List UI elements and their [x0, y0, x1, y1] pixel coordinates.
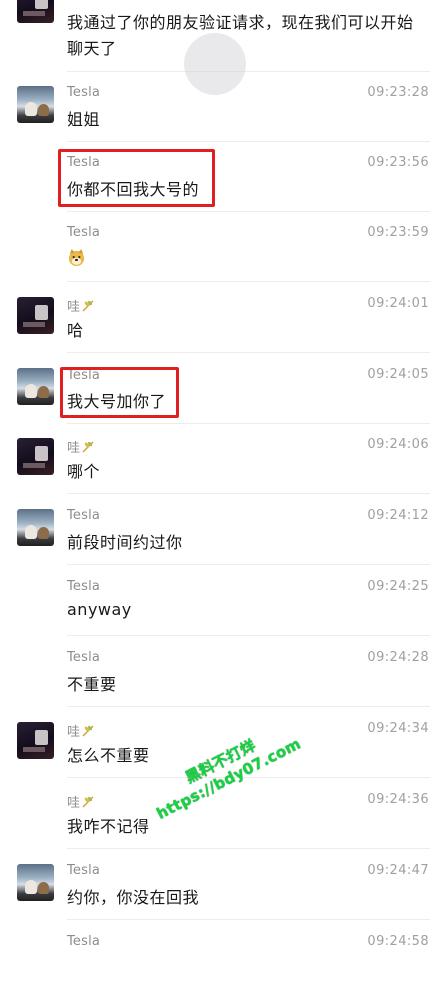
row-divider: [67, 706, 430, 707]
doge-emoji-icon: [68, 248, 85, 267]
wheat-icon: [82, 441, 94, 453]
message-time: 09:24:34: [367, 721, 429, 736]
message-row[interactable]: 哇 09:24:06 哪个: [0, 424, 446, 494]
row-divider: [67, 493, 430, 494]
message-text-line2: 聊天了: [67, 39, 117, 58]
sender-name-text: 哇: [67, 441, 81, 456]
wa-avatar[interactable]: [17, 722, 54, 759]
message-text: anyway: [67, 600, 132, 619]
message-text: 哪个: [67, 462, 101, 481]
message-time: 09:24:58: [367, 934, 429, 949]
sender-name: Tesla: [67, 508, 101, 523]
row-divider: [67, 635, 430, 636]
sender-name-text: 哇: [67, 725, 81, 740]
wa-avatar[interactable]: [17, 438, 54, 475]
message-row[interactable]: 哇 09:24:01 哈: [0, 283, 446, 353]
sender-name: 哇: [67, 437, 95, 456]
message-row[interactable]: Tesla 09:24:47 约你，你没在回我: [0, 850, 446, 920]
message-row[interactable]: Tesla 09:24:28 不重要: [0, 637, 446, 707]
message-time: 09:23:59: [367, 225, 429, 240]
tesla-avatar[interactable]: [17, 86, 54, 123]
message-row[interactable]: Tesla 09:24:25 anyway: [0, 566, 446, 636]
sender-name: Tesla: [67, 934, 101, 949]
message-time: 09:24:12: [367, 508, 429, 523]
message-text: 前段时间约过你: [67, 533, 183, 552]
sender-name: Tesla: [67, 85, 101, 100]
wa-avatar[interactable]: [17, 0, 54, 23]
sender-name: Tesla: [67, 225, 101, 240]
message-text: 哈: [67, 321, 84, 340]
assistive-touch-button[interactable]: [184, 33, 246, 95]
message-text: 我通过了你的朋友验证请求，现在我们可以开始: [67, 13, 414, 32]
highlight-box: [60, 367, 179, 418]
message-time: 09:24:05: [367, 367, 429, 382]
chat-history-list[interactable]: 我通过了你的朋友验证请求，现在我们可以开始 聊天了 Tesla 09:23:28…: [0, 0, 446, 949]
sender-name: 哇: [67, 296, 95, 315]
wheat-icon: [82, 725, 94, 737]
message-time: 09:24:25: [367, 579, 429, 594]
sender-name: 哇: [67, 721, 95, 740]
sender-name: Tesla: [67, 650, 101, 665]
highlight-box: [58, 149, 215, 207]
message-row[interactable]: Tesla 09:24:58: [0, 921, 446, 991]
wheat-icon: [82, 796, 94, 808]
sender-name-text: 哇: [67, 300, 81, 315]
row-divider: [67, 919, 430, 920]
message-text: 怎么不重要: [67, 746, 150, 765]
message-text: 不重要: [67, 675, 117, 694]
wa-avatar[interactable]: [17, 297, 54, 334]
message-row[interactable]: Tesla 09:24:12 前段时间约过你: [0, 495, 446, 565]
message-time: 09:24:36: [367, 792, 429, 807]
row-divider: [67, 352, 430, 353]
message-time: 09:24:06: [367, 437, 429, 452]
tesla-avatar[interactable]: [17, 368, 54, 405]
sender-name-text: 哇: [67, 796, 81, 811]
message-text: 我咋不记得: [67, 817, 150, 836]
message-text: 姐姐: [67, 110, 101, 129]
tesla-avatar[interactable]: [17, 864, 54, 901]
wheat-icon: [82, 300, 94, 312]
sender-name: Tesla: [67, 863, 101, 878]
message-text: 约你，你没在回我: [67, 888, 200, 907]
row-divider: [67, 564, 430, 565]
message-time: 09:24:47: [367, 863, 429, 878]
message-time: 09:24:01: [367, 296, 429, 311]
row-divider: [67, 848, 430, 849]
sender-name: Tesla: [67, 579, 101, 594]
sender-name: 哇: [67, 792, 95, 811]
message-row[interactable]: Tesla 09:23:59: [0, 212, 446, 282]
message-time: 09:23:28: [367, 85, 429, 100]
tesla-avatar[interactable]: [17, 509, 54, 546]
message-time: 09:23:56: [367, 155, 429, 170]
message-time: 09:24:28: [367, 650, 429, 665]
row-divider: [67, 281, 430, 282]
